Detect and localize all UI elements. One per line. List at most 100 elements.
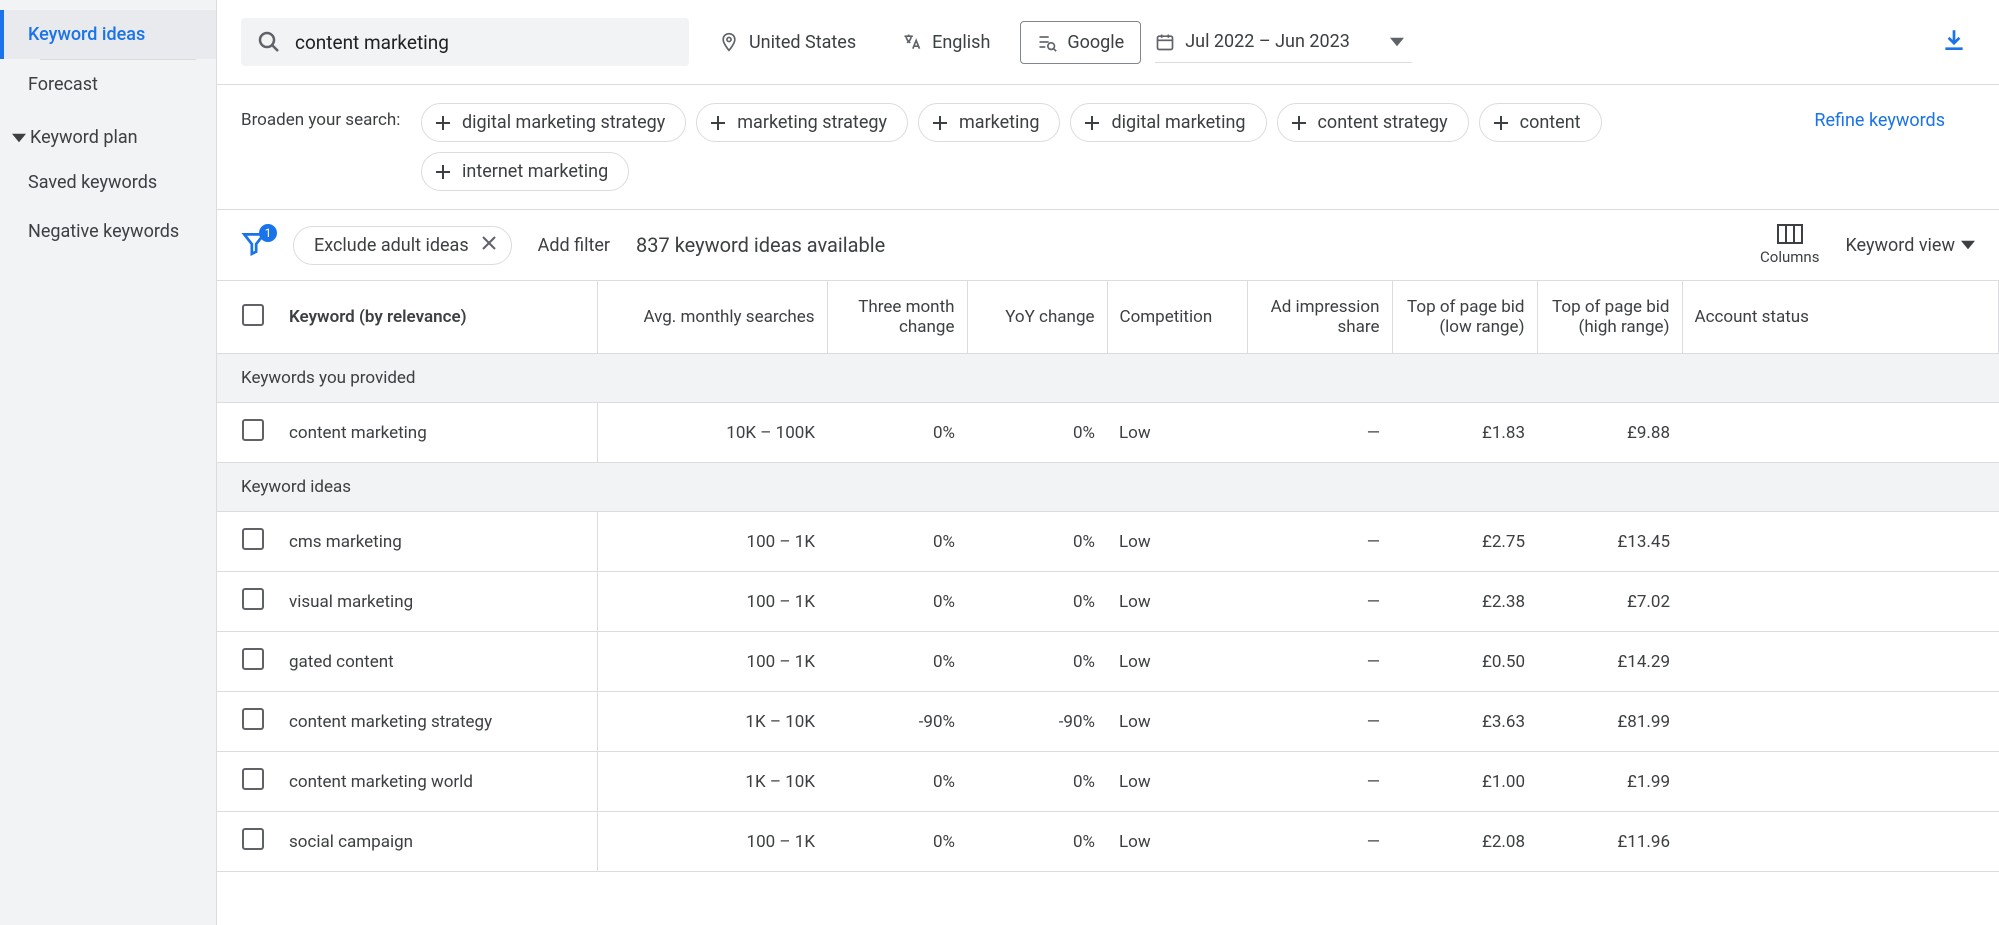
cell-three-month: 0% xyxy=(827,752,967,812)
close-icon xyxy=(481,235,497,251)
add-filter-button[interactable]: Add filter xyxy=(538,235,610,256)
col-keyword[interactable]: Keyword (by relevance) xyxy=(277,281,597,354)
chip-label: marketing xyxy=(959,112,1039,133)
table-row: gated content100 – 1K0%0%Low—£0.50£14.29 xyxy=(217,632,1999,692)
table-row: social campaign100 – 1K0%0%Low—£2.08£11.… xyxy=(217,812,1999,872)
plus-icon xyxy=(434,163,452,181)
cell-yoy: 0% xyxy=(967,752,1107,812)
cell-bid-high: £11.96 xyxy=(1537,812,1682,872)
cell-searches: 1K – 10K xyxy=(597,692,827,752)
download-button[interactable] xyxy=(1933,19,1975,65)
cell-yoy: 0% xyxy=(967,572,1107,632)
cell-yoy: 0% xyxy=(967,403,1107,463)
cell-keyword[interactable]: content marketing strategy xyxy=(277,692,597,752)
col-competition[interactable]: Competition xyxy=(1107,281,1247,354)
keyword-view-dropdown[interactable]: Keyword view xyxy=(1845,235,1975,256)
broaden-chip[interactable]: internet marketing xyxy=(421,152,629,191)
col-ad-share[interactable]: Ad impression share xyxy=(1247,281,1392,354)
search-input[interactable]: content marketing xyxy=(241,18,689,66)
language-button[interactable]: English xyxy=(886,22,1006,63)
col-account-status[interactable]: Account status xyxy=(1682,281,1999,354)
sidebar-item-keyword-ideas[interactable]: Keyword ideas xyxy=(0,10,216,59)
cell-bid-high: £14.29 xyxy=(1537,632,1682,692)
sidebar-item-forecast[interactable]: Forecast xyxy=(0,60,216,109)
translate-icon xyxy=(902,32,922,52)
cell-keyword[interactable]: visual marketing xyxy=(277,572,597,632)
cell-competition: Low xyxy=(1107,403,1247,463)
cell-keyword[interactable]: cms marketing xyxy=(277,512,597,572)
broaden-chip[interactable]: content xyxy=(1479,103,1602,142)
cell-keyword[interactable]: content marketing xyxy=(277,403,597,463)
cell-ad-share: — xyxy=(1247,632,1392,692)
col-yoy[interactable]: YoY change xyxy=(967,281,1107,354)
location-button[interactable]: United States xyxy=(703,22,872,63)
cell-ad-share: — xyxy=(1247,812,1392,872)
cell-three-month: 0% xyxy=(827,512,967,572)
search-text: content marketing xyxy=(295,31,449,54)
row-checkbox[interactable] xyxy=(242,528,264,550)
chip-label: internet marketing xyxy=(462,161,608,182)
cell-searches: 100 – 1K xyxy=(597,812,827,872)
caret-down-icon xyxy=(1390,35,1404,49)
cell-bid-high: £1.99 xyxy=(1537,752,1682,812)
table-row: content marketing world1K – 10K0%0%Low—£… xyxy=(217,752,1999,812)
col-bid-high[interactable]: Top of page bid (high range) xyxy=(1537,281,1682,354)
network-button[interactable]: Google xyxy=(1020,21,1141,64)
cell-bid-high: £9.88 xyxy=(1537,403,1682,463)
columns-button[interactable]: Columns xyxy=(1760,224,1819,266)
table-header-row: Keyword (by relevance) Avg. monthly sear… xyxy=(217,281,1999,354)
col-searches[interactable]: Avg. monthly searches xyxy=(597,281,827,354)
broaden-chip[interactable]: digital marketing strategy xyxy=(421,103,686,142)
cell-account-status xyxy=(1682,752,1999,812)
cell-competition: Low xyxy=(1107,752,1247,812)
filter-button[interactable]: 1 xyxy=(241,230,267,260)
refine-keywords-button[interactable]: Refine keywords xyxy=(1784,103,1975,191)
broaden-chip[interactable]: marketing strategy xyxy=(696,103,908,142)
plus-icon xyxy=(1290,114,1308,132)
table-section-row: Keyword ideas xyxy=(217,463,1999,512)
cell-bid-low: £2.38 xyxy=(1392,572,1537,632)
filter-badge: 1 xyxy=(259,224,277,242)
cell-account-status xyxy=(1682,512,1999,572)
select-all-checkbox[interactable] xyxy=(242,304,264,326)
row-checkbox[interactable] xyxy=(242,588,264,610)
row-checkbox[interactable] xyxy=(242,419,264,441)
col-three-month[interactable]: Three month change xyxy=(827,281,967,354)
cell-ad-share: — xyxy=(1247,572,1392,632)
cell-keyword[interactable]: social campaign xyxy=(277,812,597,872)
cell-ad-share: — xyxy=(1247,752,1392,812)
filter-chip-label: Exclude adult ideas xyxy=(314,235,469,256)
cell-keyword[interactable]: content marketing world xyxy=(277,752,597,812)
row-checkbox[interactable] xyxy=(242,828,264,850)
sidebar-item-saved-keywords[interactable]: Saved keywords xyxy=(0,158,216,207)
remove-filter-button[interactable] xyxy=(481,235,497,256)
network-icon xyxy=(1037,32,1057,52)
table-row: content marketing strategy1K – 10K-90%-9… xyxy=(217,692,1999,752)
cell-bid-low: £3.63 xyxy=(1392,692,1537,752)
calendar-icon xyxy=(1155,32,1175,52)
chip-label: digital marketing xyxy=(1111,112,1245,133)
row-checkbox[interactable] xyxy=(242,768,264,790)
date-range-button[interactable]: Jul 2022 – Jun 2023 xyxy=(1155,21,1412,63)
sidebar-plan-header[interactable]: Keyword plan xyxy=(0,109,216,158)
row-checkbox[interactable] xyxy=(242,648,264,670)
cell-yoy: 0% xyxy=(967,512,1107,572)
cell-bid-low: £1.83 xyxy=(1392,403,1537,463)
sidebar-item-negative-keywords[interactable]: Negative keywords xyxy=(0,207,216,256)
cell-bid-high: £81.99 xyxy=(1537,692,1682,752)
broaden-chip[interactable]: digital marketing xyxy=(1070,103,1266,142)
cell-searches: 10K – 100K xyxy=(597,403,827,463)
cell-three-month: 0% xyxy=(827,812,967,872)
row-checkbox[interactable] xyxy=(242,708,264,730)
plus-icon xyxy=(434,114,452,132)
cell-yoy: 0% xyxy=(967,632,1107,692)
broaden-chip[interactable]: marketing xyxy=(918,103,1060,142)
broaden-chip[interactable]: content strategy xyxy=(1277,103,1469,142)
plan-label: Keyword plan xyxy=(30,127,138,148)
location-text: United States xyxy=(749,32,856,53)
download-icon xyxy=(1941,27,1967,53)
col-bid-low[interactable]: Top of page bid (low range) xyxy=(1392,281,1537,354)
cell-competition: Low xyxy=(1107,512,1247,572)
cell-keyword[interactable]: gated content xyxy=(277,632,597,692)
cell-three-month: -90% xyxy=(827,692,967,752)
